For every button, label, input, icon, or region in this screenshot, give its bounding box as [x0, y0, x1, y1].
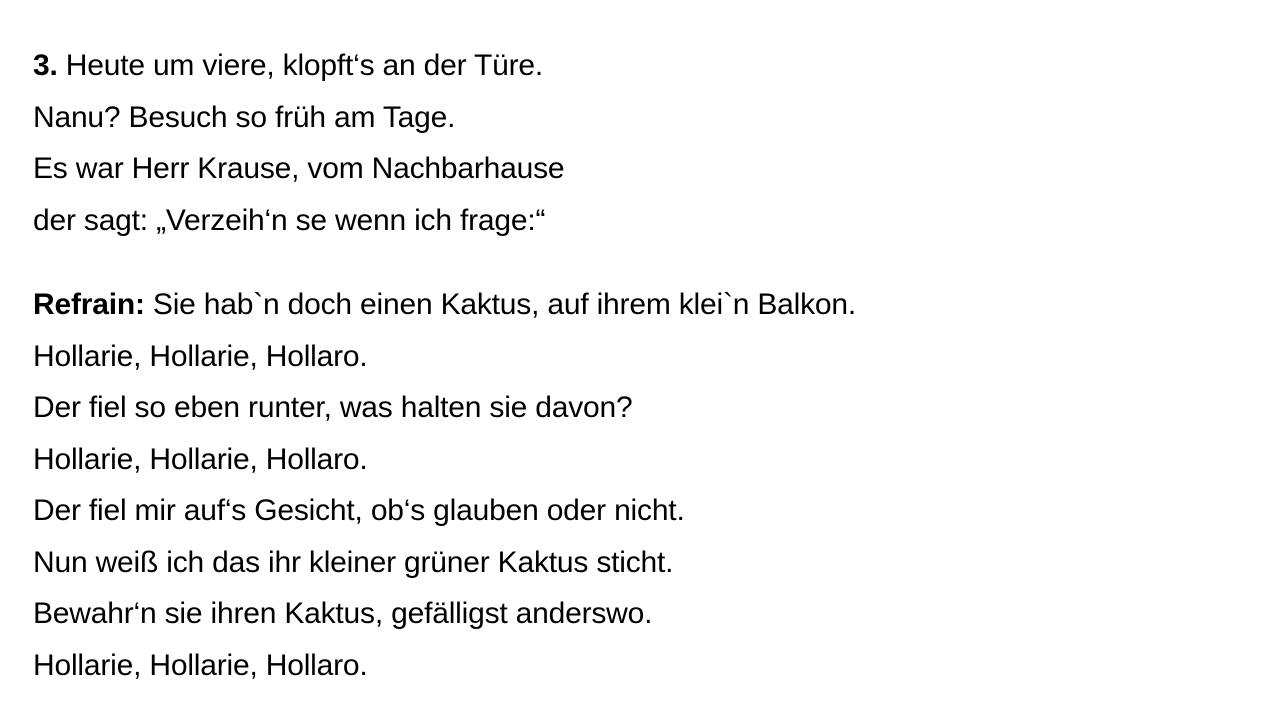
verse-3: 3. Heute um viere, klopft‘s an der Türe.… [33, 40, 565, 246]
verse-number: 3. [33, 49, 58, 82]
verse-line-2: Nanu? Besuch so früh am Tage. [33, 100, 456, 134]
refrain-line-5: Der fiel mir auf‘s Gesicht, ob‘s glauben… [33, 494, 685, 527]
refrain-line-7: Bewahr‘n sie ihren Kaktus, gefälligst an… [33, 597, 653, 630]
refrain-label: Refrain: [33, 288, 145, 321]
verse-line-1-text: Heute um viere, klopft‘s an der Türe. [57, 49, 544, 82]
refrain-line-4: Hollarie, Hollarie, Hollaro. [33, 442, 368, 476]
refrain-line-2: Hollarie, Hollarie, Hollaro. [33, 339, 368, 373]
refrain-line-1: Refrain: Sie hab`n doch einen Kaktus, au… [33, 279, 856, 331]
refrain-line-1-text: Sie hab`n doch einen Kaktus, auf ihrem k… [144, 288, 857, 321]
refrain-line-3: Der fiel so eben runter, was halten sie … [33, 391, 633, 424]
verse-line-4: der sagt: „Verzeih‘n se wenn ich frage:“ [33, 203, 546, 237]
refrain: Refrain: Sie hab`n doch einen Kaktus, au… [33, 279, 856, 691]
verse-line-1: 3. Heute um viere, klopft‘s an der Türe. [33, 40, 564, 92]
slide: 3. Heute um viere, klopft‘s an der Türe.… [0, 0, 1280, 720]
verse-line-3: Es war Herr Krause, vom Nachbarhause [33, 152, 565, 185]
refrain-line-6: Nun weiß ich das ihr kleiner grüner Kakt… [33, 545, 674, 579]
refrain-line-8: Hollarie, Hollarie, Hollaro. [33, 648, 368, 682]
